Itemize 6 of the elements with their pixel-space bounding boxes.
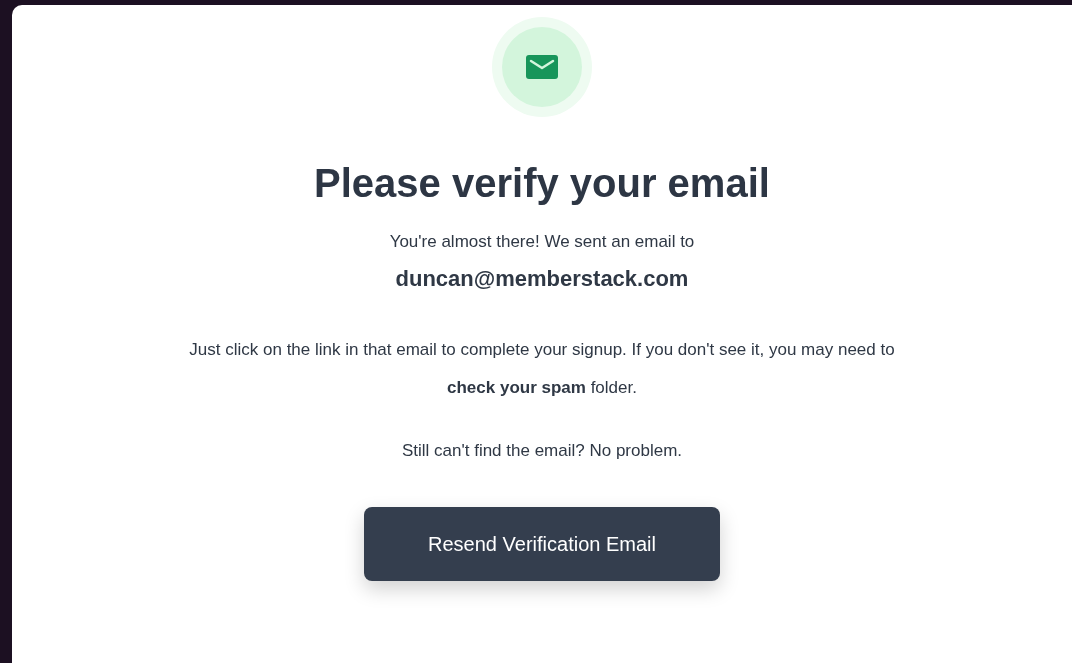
help-text: Still can't find the email? No problem.: [401, 440, 683, 462]
email-address: duncan@memberstack.com: [395, 265, 689, 293]
resend-verification-button[interactable]: Resend Verification Email: [364, 507, 720, 581]
intro-text: You're almost there! We sent an email to: [389, 231, 695, 253]
page-title: Please verify your email: [314, 160, 770, 207]
instructions-text: Just click on the link in that email to complete your signup. If you don't see it, you may need to check your spam folder.: [188, 339, 896, 399]
